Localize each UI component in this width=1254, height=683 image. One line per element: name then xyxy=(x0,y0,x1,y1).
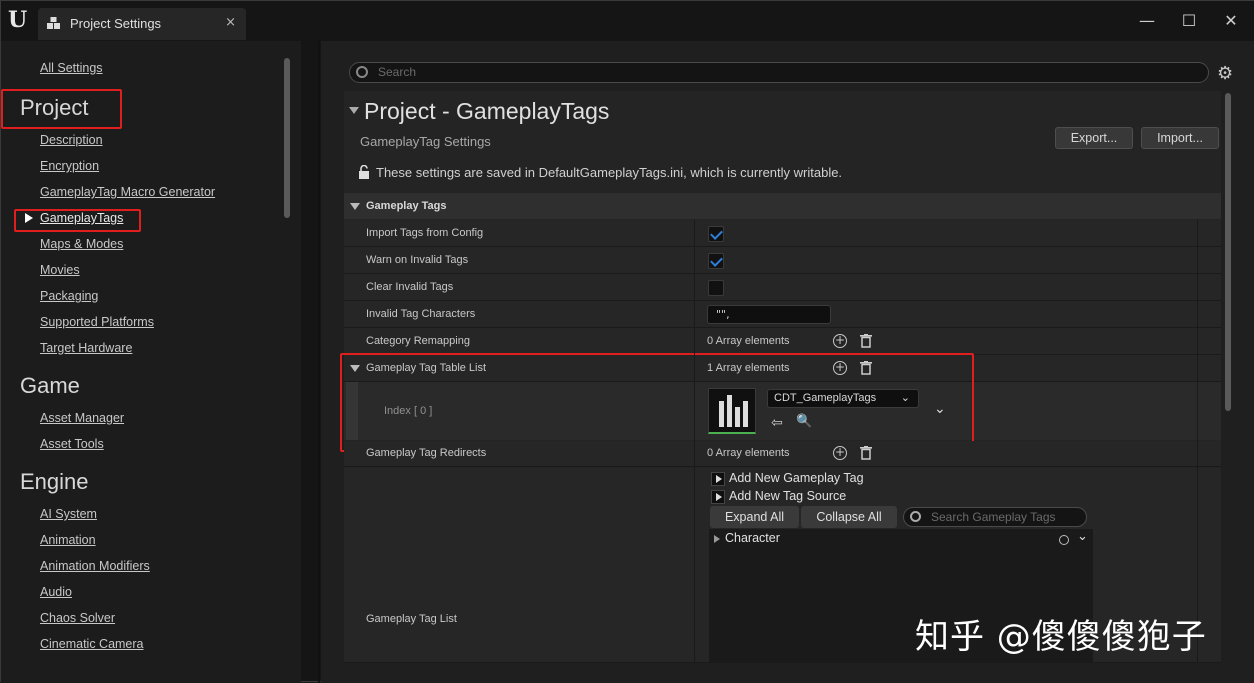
settings-cubes-icon xyxy=(47,17,60,29)
array-count: 0 Array elements xyxy=(707,335,790,347)
section-collapse-icon[interactable] xyxy=(350,203,360,210)
tab-close-icon[interactable]: × xyxy=(225,15,236,30)
property-label-redirects: Gameplay Tag Redirects xyxy=(366,447,487,459)
column-divider xyxy=(1197,219,1198,663)
sidebar-item-chaos-solver[interactable]: Chaos Solver xyxy=(40,611,115,625)
invalid-chars-field[interactable]: "", xyxy=(707,305,831,324)
section-header-gameplay-tags[interactable] xyxy=(344,193,1221,219)
sidebar-heading-engine: Engine xyxy=(20,469,89,494)
tab-title: Project Settings xyxy=(70,16,162,31)
property-label-clear-invalid: Clear Invalid Tags xyxy=(366,281,454,293)
expand-play-icon[interactable] xyxy=(711,472,725,486)
page-title: Project - GameplayTags xyxy=(364,98,610,124)
sidebar-item-encryption[interactable]: Encryption xyxy=(40,159,99,173)
import-tags-checkbox[interactable] xyxy=(708,226,724,242)
add-new-tag-link[interactable]: Add New Gameplay Tag xyxy=(729,471,864,485)
title-bar: U Project Settings × — ☐ ✕ xyxy=(1,1,1254,41)
property-label-import-tags: Import Tags from Config xyxy=(366,227,484,239)
sidebar-item-cinematic-camera[interactable]: Cinematic Camera xyxy=(40,637,144,651)
page-subtitle: GameplayTag Settings xyxy=(360,134,491,149)
import-button[interactable]: Import... xyxy=(1141,127,1219,149)
search-icon xyxy=(356,66,368,78)
section-label: Gameplay Tags xyxy=(366,200,447,212)
sidebar-heading-game: Game xyxy=(20,373,80,398)
minimize-button[interactable]: — xyxy=(1137,11,1157,31)
tab-project-settings[interactable]: Project Settings × xyxy=(38,8,246,40)
unlock-icon xyxy=(359,165,369,179)
panel-splitter[interactable] xyxy=(318,41,320,683)
tree-expand-icon[interactable] xyxy=(714,535,720,543)
export-button[interactable]: Export... xyxy=(1055,127,1133,149)
sidebar-item-asset-tools[interactable]: Asset Tools xyxy=(40,437,104,451)
trash-icon[interactable] xyxy=(860,334,872,348)
property-label-tag-list: Gameplay Tag List xyxy=(366,613,457,625)
sidebar-item-animation[interactable]: Animation xyxy=(40,533,96,547)
property-label-category-remap: Category Remapping xyxy=(366,335,470,347)
sidebar-item-description[interactable]: Description xyxy=(40,133,103,147)
collapse-arrow-icon[interactable] xyxy=(349,107,359,114)
tag-search-placeholder: Search Gameplay Tags xyxy=(931,510,1056,524)
sidebar-item-movies[interactable]: Movies xyxy=(40,263,80,277)
sidebar-item-target-hardware[interactable]: Target Hardware xyxy=(40,341,132,355)
search-icon xyxy=(910,511,921,522)
array-count: 0 Array elements xyxy=(707,447,790,459)
search-placeholder: Search xyxy=(378,65,417,79)
unreal-logo-icon: U xyxy=(8,7,28,33)
gear-icon[interactable]: ⚙ xyxy=(1217,63,1233,84)
expand-play-icon[interactable] xyxy=(711,490,725,504)
trash-icon[interactable] xyxy=(860,446,872,460)
property-row xyxy=(344,247,1221,274)
sidebar-item-maps-modes[interactable]: Maps & Modes xyxy=(40,237,123,251)
sidebar-item-gameplaytag-macro-generator[interactable]: GameplayTag Macro Generator xyxy=(40,185,215,199)
highlight-box-gameplaytags xyxy=(14,209,141,232)
clear-invalid-checkbox[interactable] xyxy=(708,280,724,296)
collapse-all-button[interactable]: Collapse All xyxy=(801,506,897,528)
expand-all-button[interactable]: Expand All xyxy=(710,506,799,528)
sidebar-scrollbar[interactable] xyxy=(284,58,290,218)
sidebar-item-animation-modifiers[interactable]: Animation Modifiers xyxy=(40,559,150,573)
highlight-box-project xyxy=(1,89,122,129)
maximize-button[interactable]: ☐ xyxy=(1179,11,1199,31)
sidebar-item-ai-system[interactable]: AI System xyxy=(40,507,97,521)
sidebar-item-packaging[interactable]: Packaging xyxy=(40,289,98,303)
tag-search-input[interactable]: Search Gameplay Tags xyxy=(903,507,1087,527)
sidebar-all-settings[interactable]: All Settings xyxy=(40,61,103,75)
add-new-source-link[interactable]: Add New Tag Source xyxy=(729,489,846,503)
sidebar-item-asset-manager[interactable]: Asset Manager xyxy=(40,411,124,425)
column-divider[interactable] xyxy=(694,219,695,663)
sidebar-item-supported-platforms[interactable]: Supported Platforms xyxy=(40,315,154,329)
watermark-text: 知乎 @傻傻傻狍子 xyxy=(915,617,1207,657)
property-label-warn-invalid: Warn on Invalid Tags xyxy=(366,254,469,266)
search-input[interactable]: Search xyxy=(349,62,1209,83)
property-label-invalid-chars: Invalid Tag Characters xyxy=(366,308,476,320)
warn-invalid-checkbox[interactable] xyxy=(708,253,724,269)
add-element-icon[interactable]: + xyxy=(833,446,847,460)
highlight-box-table-list xyxy=(340,353,974,452)
add-element-icon[interactable]: + xyxy=(833,334,847,348)
property-row xyxy=(344,274,1221,301)
writable-notice: These settings are saved in DefaultGamep… xyxy=(376,165,843,180)
tree-item-character[interactable]: Character xyxy=(725,531,780,545)
chevron-down-icon[interactable]: ⌄ xyxy=(1077,529,1088,544)
project-settings-window: U Project Settings × — ☐ ✕ All Settings … xyxy=(0,0,1254,683)
tag-options-icon[interactable] xyxy=(1059,535,1069,545)
sidebar-item-audio[interactable]: Audio xyxy=(40,585,72,599)
details-scrollbar[interactable] xyxy=(1225,93,1231,411)
close-button[interactable]: ✕ xyxy=(1221,11,1241,31)
